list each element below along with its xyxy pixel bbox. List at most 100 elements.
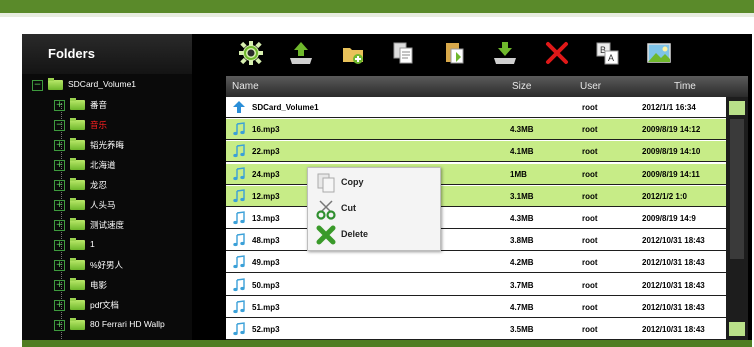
delete-icon (316, 225, 336, 245)
file-row[interactable]: 24.mp3 1MB root 2009/8/19 14:11 (226, 163, 726, 185)
music-note-icon (233, 122, 245, 136)
folder-tree-item[interactable]: − SDCard_Volume1 (24, 75, 192, 95)
folder-tree-item[interactable]: + 电影 (24, 275, 192, 295)
expand-icon[interactable]: + (54, 220, 65, 231)
folder-tree-item[interactable]: + 人头马 (24, 195, 192, 215)
delete-icon (546, 42, 568, 64)
scrollbar[interactable] (726, 97, 748, 340)
file-name: 16.mp3 (252, 125, 280, 135)
column-user[interactable]: User (580, 81, 601, 92)
file-row[interactable]: 52.mp3 3.5MB root 2012/10/31 18:43 (226, 319, 726, 340)
file-name: 13.mp3 (252, 214, 280, 223)
folder-tree-item[interactable]: + %好男人 (24, 255, 192, 275)
new-folder-button[interactable] (338, 38, 368, 68)
expand-icon[interactable]: + (54, 200, 65, 211)
context-copy[interactable]: Copy (308, 169, 440, 195)
folders-title: Folders (22, 34, 192, 74)
settings-icon (239, 41, 263, 65)
music-note-icon (233, 166, 245, 180)
file-size: 3.7MB (510, 280, 534, 290)
folder-tree-item[interactable]: + 番音 (24, 95, 192, 115)
upload-button[interactable] (286, 38, 316, 68)
settings-button[interactable] (236, 38, 266, 68)
scroll-thumb[interactable] (730, 119, 744, 259)
expand-icon[interactable]: + (54, 260, 65, 271)
file-size: 3.8MB (510, 236, 534, 246)
delete-button[interactable] (542, 38, 572, 68)
file-user: root (582, 258, 598, 268)
file-name: 24.mp3 (252, 169, 280, 179)
collapse-icon[interactable]: − (54, 120, 65, 131)
context-cut[interactable]: Cut (308, 195, 440, 221)
file-row[interactable]: 16.mp3 4.3MB root 2009/8/19 14:12 (226, 119, 726, 141)
file-user: root (582, 280, 598, 290)
folder-tree-item[interactable]: + pdf文档 (24, 295, 192, 315)
scroll-up-button[interactable] (729, 101, 745, 115)
file-time: 2009/8/19 14:12 (642, 125, 701, 135)
file-size: 4.2MB (510, 258, 534, 268)
column-size[interactable]: Size (512, 81, 531, 92)
folder-tree-item[interactable]: + 龙忍 (24, 175, 192, 195)
expand-icon[interactable]: + (54, 280, 65, 291)
file-user: root (582, 103, 598, 112)
folder-label: 龙忍 (90, 180, 108, 190)
expand-icon[interactable]: + (54, 180, 65, 191)
image-button[interactable] (644, 38, 674, 68)
file-row[interactable]: 51.mp3 4.7MB root 2012/10/31 18:43 (226, 296, 726, 318)
folder-icon (70, 278, 85, 290)
toolbar: BA (192, 34, 752, 74)
expand-icon[interactable]: + (54, 300, 65, 311)
expand-icon[interactable]: + (54, 320, 65, 331)
file-time: 2012/10/31 18:43 (642, 325, 705, 334)
file-row[interactable]: 12.mp3 3.1MB root 2012/1/2 1:0 (226, 185, 726, 207)
column-name[interactable]: Name (232, 81, 259, 92)
folder-tree-item[interactable]: +80 Ferrari HD Wallp (24, 315, 192, 335)
new-folder-icon (343, 48, 363, 64)
file-time: 2009/8/19 14:9 (642, 214, 696, 223)
music-note-icon (233, 299, 245, 313)
context-delete[interactable]: Delete (308, 221, 440, 247)
file-name: 50.mp3 (252, 280, 280, 290)
rename-button[interactable]: BA (592, 38, 622, 68)
music-note-icon (233, 144, 245, 158)
folder-tree-item[interactable]: + 韬光养晦 (24, 135, 192, 155)
folder-tree-item[interactable]: − 音乐 (24, 115, 192, 135)
file-row[interactable]: 49.mp3 4.2MB root 2012/10/31 18:43 (226, 252, 726, 274)
paste-button[interactable] (440, 38, 470, 68)
file-row[interactable]: 48.mp3 3.8MB root 2012/10/31 18:43 (226, 230, 726, 252)
up-arrow-icon (233, 101, 245, 113)
expand-icon[interactable]: + (54, 240, 65, 251)
file-row[interactable]: 22.mp3 4.1MB root 2009/8/19 14:10 (226, 141, 726, 163)
folder-tree-item[interactable]: +1 (24, 235, 192, 255)
context-cut-label: Cut (341, 203, 356, 213)
collapse-icon[interactable]: − (32, 80, 43, 91)
expand-icon[interactable]: + (54, 100, 65, 111)
file-row[interactable]: SDCard_Volume1 root 2012/1/1 16:34 (226, 97, 726, 118)
expand-icon[interactable]: + (54, 160, 65, 171)
file-row[interactable]: 50.mp3 3.7MB root 2012/10/31 18:43 (226, 274, 726, 296)
context-copy-label: Copy (341, 177, 364, 187)
scroll-down-button[interactable] (729, 322, 745, 336)
folder-icon (70, 158, 85, 170)
file-time: 2012/10/31 18:43 (642, 280, 705, 290)
folder-tree-item[interactable]: + 测试速度 (24, 215, 192, 235)
file-list-header: Name Size User Time (226, 76, 748, 97)
folder-label: 人头马 (90, 200, 116, 210)
file-name: 49.mp3 (252, 258, 280, 268)
folder-icon (70, 318, 85, 330)
file-user: root (582, 302, 598, 312)
file-time: 2012/1/1 16:34 (642, 103, 696, 112)
file-time: 2012/10/31 18:43 (642, 258, 705, 268)
file-time: 2012/1/2 1:0 (642, 191, 687, 201)
folder-label: 电影 (90, 280, 108, 290)
top-bar (0, 0, 754, 13)
expand-icon[interactable]: + (54, 140, 65, 151)
music-note-icon (233, 211, 245, 225)
column-time[interactable]: Time (674, 81, 696, 92)
file-user: root (582, 125, 598, 135)
copy-button[interactable] (388, 38, 418, 68)
file-row[interactable]: 13.mp3 4.3MB root 2009/8/19 14:9 (226, 208, 726, 229)
download-button[interactable] (490, 38, 520, 68)
folder-tree-item[interactable]: + 北海道 (24, 155, 192, 175)
file-list: Name Size User Time SDCard_Volume1 root 20… (226, 76, 748, 340)
